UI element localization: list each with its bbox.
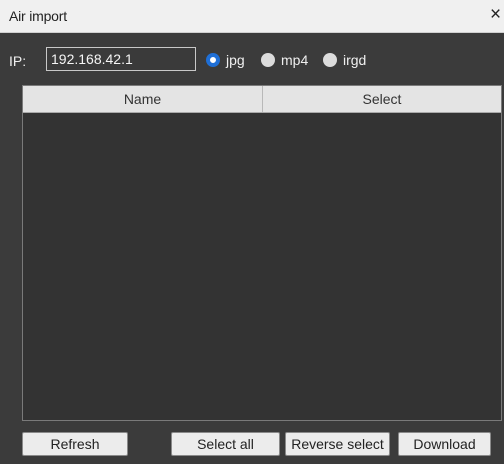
radio-checked-icon [206,53,220,67]
radio-label-mp4: mp4 [281,52,309,68]
refresh-button[interactable]: Refresh [22,432,128,456]
radio-unchecked-icon [261,53,275,67]
file-table[interactable]: Name Select [22,85,502,421]
radio-unchecked-icon [323,53,337,67]
window-title: Air import [9,8,67,24]
download-button[interactable]: Download [398,432,491,456]
radio-label-jpg: jpg [226,52,245,68]
title-bar: Air import × [0,0,504,33]
ip-input[interactable]: 192.168.42.1 [46,47,196,71]
ip-label: IP: [9,53,27,69]
reverse-select-button[interactable]: Reverse select [285,432,390,456]
radio-label-irgd: irgd [343,52,367,68]
radio-jpg[interactable]: jpg [206,51,245,69]
column-header-select[interactable]: Select [263,86,501,112]
close-icon[interactable]: × [490,3,504,27]
select-all-button[interactable]: Select all [171,432,280,456]
table-header: Name Select [23,86,501,113]
air-import-dialog: Air import × IP: 192.168.42.1 jpg mp4 ir… [0,0,504,464]
button-row: Refresh Select all Reverse select Downlo… [0,432,504,458]
radio-irgd[interactable]: irgd [323,51,366,69]
column-header-name[interactable]: Name [23,86,263,112]
radio-mp4[interactable]: mp4 [261,51,308,69]
ip-row: IP: 192.168.42.1 jpg mp4 irgd [0,33,504,85]
